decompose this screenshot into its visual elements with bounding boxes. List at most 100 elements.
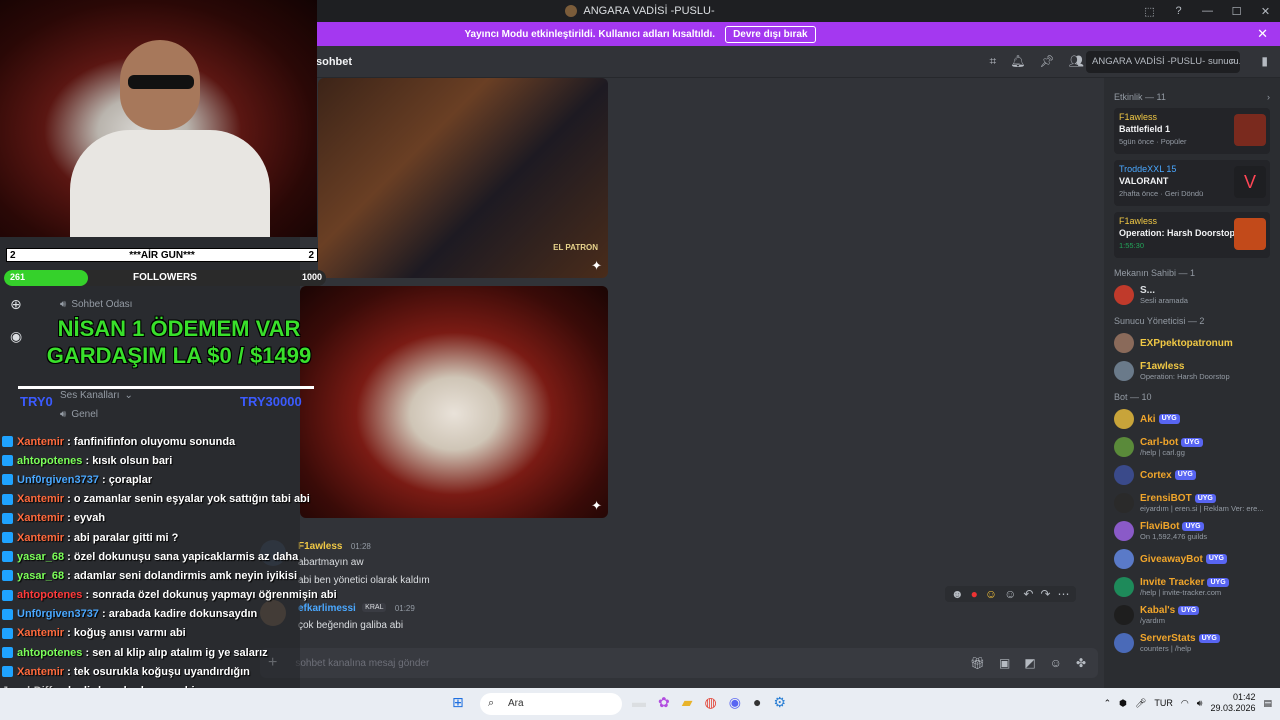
app-icon[interactable]: ● <box>753 694 761 711</box>
inbox-icon[interactable]: ▮ <box>1261 54 1268 68</box>
message[interactable]: F1awless 01:28 abartmayın aw abi ben yön… <box>260 534 1020 586</box>
member-item[interactable]: Carl-bot UYG/help | carl.gg <box>1114 436 1270 458</box>
discord-icon[interactable]: ◉ <box>729 694 741 711</box>
donation-goal: NİSAN 1 ÖDEMEM VAR GARDAŞIM LA $0 / $149… <box>46 316 312 368</box>
category[interactable]: Ses Kanalları ⌄ <box>60 390 133 401</box>
activity-card[interactable]: F1awless Operation: Harsh Doorstop 1:55:… <box>1114 212 1270 258</box>
chat-line: Xantemir : koğuş anısı varmı abi <box>2 624 302 643</box>
windows-start-icon[interactable]: ⊞ <box>452 694 464 711</box>
clock[interactable]: 01:42 29.03.2026 <box>1210 692 1255 714</box>
member-status: /yardım <box>1140 616 1166 625</box>
avatar <box>1114 493 1134 513</box>
member-item[interactable]: ServerStats UYG counters | /help <box>1114 632 1270 654</box>
wifi-icon[interactable]: ◠ <box>1181 698 1189 709</box>
search-input[interactable]: ANGARA VADİSİ -PUSLU- sunucu... ⌕ <box>1086 51 1240 73</box>
bell-icon[interactable]: 🔔︎ <box>1010 54 1025 69</box>
activity-header-label: Etkinlik — 11 <box>1114 92 1166 102</box>
message-username[interactable]: efkarlimessi <box>298 603 356 614</box>
sparkle-icon: ✦ <box>591 498 602 513</box>
twitch-icon <box>2 455 13 467</box>
attachment-image[interactable]: ✦ <box>300 286 608 518</box>
pin-icon[interactable]: 📌︎ <box>1040 54 1055 69</box>
reply-icon[interactable]: ↶ <box>1023 587 1033 601</box>
minimize-button[interactable]: — <box>1193 5 1222 17</box>
taskbar: ⊞ ⌕ Ara ▬ ✿ ▰ ◍ ◉ ● ⚙ ⌃ ⬢ 🎤︎ TUR ◠ 🔊︎ 01… <box>0 688 1280 720</box>
chat-line: ahtopotenes : sonrada özel dokunuş yapma… <box>2 586 337 605</box>
chat-user: Xantemir <box>17 531 65 544</box>
chat-sep: : <box>64 435 74 448</box>
inbox-download-icon[interactable]: ⬚ <box>1135 5 1164 18</box>
chat-user: Unf0rgiven3737 <box>17 608 99 621</box>
mic-icon[interactable]: 🎤︎ <box>1135 698 1146 709</box>
apps-icon[interactable]: ✤ <box>1076 656 1086 670</box>
emoji-icon[interactable]: ☺ <box>1050 656 1062 670</box>
activity-header: Etkinlik — 11 › <box>1114 92 1270 102</box>
followers-label: FOLLOWERS <box>133 272 197 283</box>
task-view-icon[interactable]: ▬ <box>632 694 646 711</box>
voice-channel[interactable]: 🔊︎ Genel <box>60 409 98 420</box>
message-username[interactable]: F1awless <box>298 541 342 552</box>
member-name: FlaviBot UYG <box>1140 521 1207 532</box>
message[interactable]: efkarlimessi KRAL 01:29 çok beğendin gal… <box>260 596 1020 631</box>
threads-icon[interactable]: ⌗ <box>990 54 997 69</box>
taskbar-search[interactable]: ⌕ Ara <box>480 693 622 715</box>
member-item[interactable]: GiveawayBot UYG <box>1114 548 1270 570</box>
voice-channel[interactable]: 🔊︎ Sohbet Odası <box>60 299 132 310</box>
member-item[interactable]: EXPpektopatronum <box>1114 332 1270 354</box>
chat-line: ahtopotenes : kısık olsun bari <box>2 451 302 470</box>
message-composer[interactable]: + sohbet kanalına mesaj gönder 🎁︎ ▣ ◩ ☺ … <box>260 648 1098 678</box>
add-reaction-icon[interactable]: ☺ <box>1004 587 1016 601</box>
help-icon[interactable]: ? <box>1164 5 1193 17</box>
sticker-icon[interactable]: ◩ <box>1024 656 1035 670</box>
file-explorer-icon[interactable]: ▰ <box>682 694 693 711</box>
activity-card[interactable]: F1awless Battlefield 1 5gün önce · Popül… <box>1114 108 1270 154</box>
more-icon[interactable]: ⋯ <box>1058 587 1070 601</box>
forward-icon[interactable]: ↷ <box>1040 587 1050 601</box>
member-item[interactable]: Aki UYG <box>1114 408 1270 430</box>
chevron-right-icon[interactable]: › <box>1267 92 1270 102</box>
gif-icon[interactable]: ▣ <box>999 656 1010 670</box>
emoji-reaction-icon[interactable]: ☺ <box>985 587 997 601</box>
close-window-button[interactable]: ✕ <box>1251 5 1280 18</box>
member-status: eiyardım | eren.si | Reklam Ver: ere... <box>1140 504 1264 513</box>
disable-streamer-mode-button[interactable]: Devre dışı bırak <box>725 25 816 43</box>
chat-user: Unf0rgiven3737 <box>17 473 99 486</box>
message-text: abi ben yönetici olarak kaldım <box>298 575 430 586</box>
gift-icon[interactable]: 🎁︎ <box>970 656 985 670</box>
member-item[interactable]: F1awless Operation: Harsh Doorstop <box>1114 360 1270 382</box>
window-controls: ⬚ ? — ☐ ✕ <box>1135 0 1280 22</box>
maximize-button[interactable]: ☐ <box>1222 5 1251 18</box>
volume-icon[interactable]: 🔊︎ <box>1197 698 1203 709</box>
member-item[interactable]: S... Sesli aramada <box>1114 284 1270 306</box>
settings-icon[interactable]: ⚙ <box>773 694 786 711</box>
avatar <box>1114 549 1134 569</box>
network-icon[interactable]: ⬢ <box>1119 698 1127 709</box>
bot-badge: UYG <box>1205 554 1227 564</box>
activity-card[interactable]: TroddeXXL 15 VALORANT 2hafta önce · Geri… <box>1114 160 1270 206</box>
image-caption: EL PATRON <box>553 243 598 252</box>
avatar <box>1114 409 1134 429</box>
members-icon[interactable]: 👥︎ <box>1069 54 1084 69</box>
close-icon[interactable]: ✕ <box>1257 26 1268 42</box>
header-icons: ⌗ 🔔︎ 📌︎ 👥︎ <box>990 54 1084 69</box>
chat-line: yasar_68 : adamlar seni dolandirmis amk … <box>2 566 302 585</box>
notifications-icon[interactable]: ▤ <box>1263 698 1272 709</box>
bot-name: ErensiBOT <box>1140 493 1192 504</box>
copilot-icon[interactable]: ✿ <box>658 694 670 711</box>
member-item[interactable]: Cortex UYG <box>1114 464 1270 486</box>
chevron-up-icon[interactable]: ⌃ <box>1104 698 1112 709</box>
flag-reaction-icon[interactable]: ● <box>971 587 978 601</box>
member-item[interactable]: ErensiBOT UYG eiyardım | eren.si | Reklam … <box>1114 492 1270 514</box>
twitch-icon <box>2 647 13 659</box>
reaction-icon[interactable]: ☻ <box>951 587 964 601</box>
attachment-image[interactable]: EL PATRON ✦ <box>318 78 608 278</box>
language-indicator[interactable]: TUR <box>1154 698 1173 708</box>
add-server-icon[interactable]: ⊕ <box>10 296 22 313</box>
chrome-icon[interactable]: ◍ <box>705 694 717 711</box>
member-item[interactable]: Kabal's UYG/yardım <box>1114 604 1270 626</box>
bot-name: Cortex <box>1140 469 1172 481</box>
member-item[interactable]: FlaviBot UYG On 1,592,476 guilds <box>1114 520 1270 542</box>
member-name: F1awless <box>1140 361 1185 372</box>
member-item[interactable]: Invite Tracker UYG/help | invite-tracker.… <box>1114 576 1270 598</box>
avatar <box>1114 633 1134 653</box>
